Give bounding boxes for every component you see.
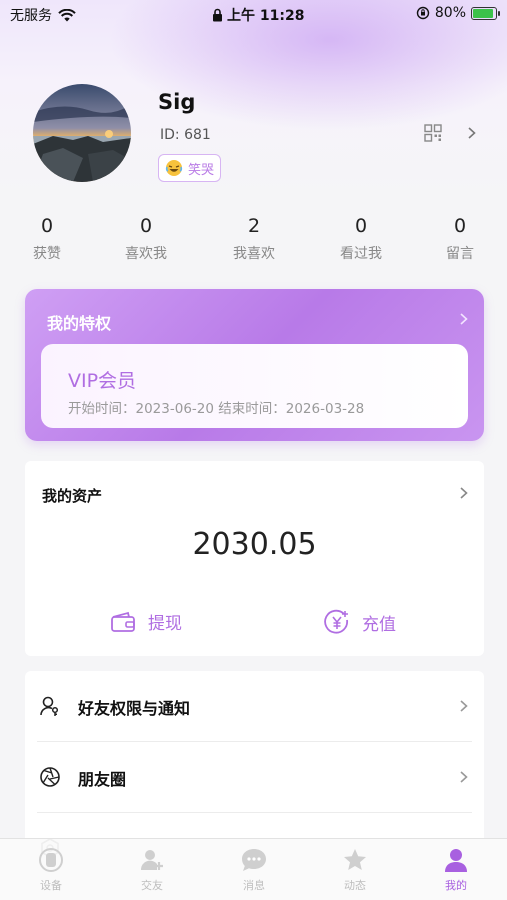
tab-device[interactable]: 设备 <box>16 847 86 893</box>
tab-messages[interactable]: 消息 <box>219 847 289 893</box>
menu-item-label: 朋友圈 <box>78 770 127 789</box>
withdraw-label: 提现 <box>148 614 182 634</box>
stat-likes[interactable]: 0 获赞 <box>2 215 92 263</box>
lock-icon <box>213 8 222 22</box>
vip-dates: 开始时间：2023-06-20 结束时间：2026-03-28 <box>68 401 365 417</box>
battery-icon <box>471 6 500 20</box>
stat-label: 我喜欢 <box>233 246 275 262</box>
chevron-right-icon <box>460 771 468 783</box>
tab-me[interactable]: 我的 <box>421 847 491 893</box>
laughing-emoji-icon <box>165 160 183 176</box>
balance-amount: 2030.05 <box>192 527 317 562</box>
mood-tag[interactable]: 笑哭 <box>158 154 222 182</box>
nickname: Sig <box>158 90 196 114</box>
tab-label: 设备 <box>40 879 62 892</box>
stat-visitors[interactable]: 0 看过我 <box>316 215 406 263</box>
tab-label: 我的 <box>445 879 467 892</box>
person-icon <box>445 849 467 872</box>
stat-liked-me[interactable]: 0 喜欢我 <box>101 215 191 263</box>
tab-label: 交友 <box>141 879 163 892</box>
tab-label: 消息 <box>243 879 265 892</box>
bottom-tab-bar: 设备 交友 消息 动态 我的 <box>0 838 507 900</box>
vip-membership-panel[interactable]: VIP会员 开始时间：2023-06-20 结束时间：2026-03-28 <box>41 344 468 428</box>
qr-code-icon[interactable] <box>424 124 442 142</box>
recharge-label: 充值 <box>362 614 396 635</box>
stat-value: 0 <box>139 215 153 237</box>
clock: 上午 11:28 <box>227 8 305 24</box>
assets-chevron-right-icon[interactable] <box>458 487 470 499</box>
status-bar: 无服务 上午 11:28 80% <box>0 0 507 28</box>
stat-label: 获赞 <box>33 246 61 262</box>
aperture-icon <box>40 767 60 787</box>
menu-item-moments[interactable]: 朋友圈 <box>25 742 484 812</box>
stat-label: 喜欢我 <box>125 246 167 262</box>
privilege-title: 我的特权 <box>47 314 112 333</box>
tab-label: 动态 <box>344 879 366 892</box>
menu-item-label: 好友权限与通知 <box>78 699 191 718</box>
vip-name: VIP会员 <box>68 370 137 392</box>
mood-tag-label: 笑哭 <box>188 162 215 178</box>
stat-value: 0 <box>40 215 54 237</box>
menu-item-friend-permissions[interactable]: 好友权限与通知 <box>25 671 484 741</box>
withdraw-button[interactable]: 提现 <box>110 609 182 634</box>
star-icon <box>344 849 366 870</box>
privilege-chevron-right-icon <box>460 313 468 325</box>
wifi-icon <box>58 8 76 21</box>
stat-value: 0 <box>453 215 467 237</box>
yen-coin-icon <box>324 609 348 634</box>
chevron-right-icon <box>460 700 468 712</box>
battery-percent: 80% <box>434 5 466 21</box>
stat-value: 2 <box>247 215 261 237</box>
stat-messages[interactable]: 0 留言 <box>415 215 505 263</box>
stats-row: 0 获赞 0 喜欢我 2 我喜欢 0 看过我 0 留言 <box>0 215 507 270</box>
profile-header: Sig ID: 681 笑哭 <box>0 80 507 190</box>
device-icon <box>39 848 63 872</box>
stat-value: 0 <box>354 215 368 237</box>
tab-make-friends[interactable]: 交友 <box>117 847 187 893</box>
avatar[interactable] <box>33 84 131 182</box>
orientation-lock-icon <box>416 6 430 20</box>
stat-label: 看过我 <box>340 246 382 262</box>
privilege-card[interactable]: 我的特权 VIP会员 开始时间：2023-06-20 结束时间：2026-03-… <box>25 289 484 441</box>
stat-label: 留言 <box>446 246 474 262</box>
user-id: ID: 681 <box>160 127 211 143</box>
stat-i-like[interactable]: 2 我喜欢 <box>209 215 299 263</box>
assets-title: 我的资产 <box>42 487 103 505</box>
user-key-icon <box>40 696 59 716</box>
tab-feed[interactable]: 动态 <box>320 847 390 893</box>
carrier-label: 无服务 <box>10 8 52 24</box>
avatar-image <box>33 84 131 182</box>
profile-chevron-right-icon[interactable] <box>466 127 478 139</box>
assets-card: 我的资产 2030.05 提现 充值 <box>25 461 484 656</box>
add-friend-icon <box>140 850 163 870</box>
wallet-icon <box>111 611 135 632</box>
recharge-button[interactable]: 充值 <box>324 609 396 635</box>
message-icon <box>242 849 266 871</box>
